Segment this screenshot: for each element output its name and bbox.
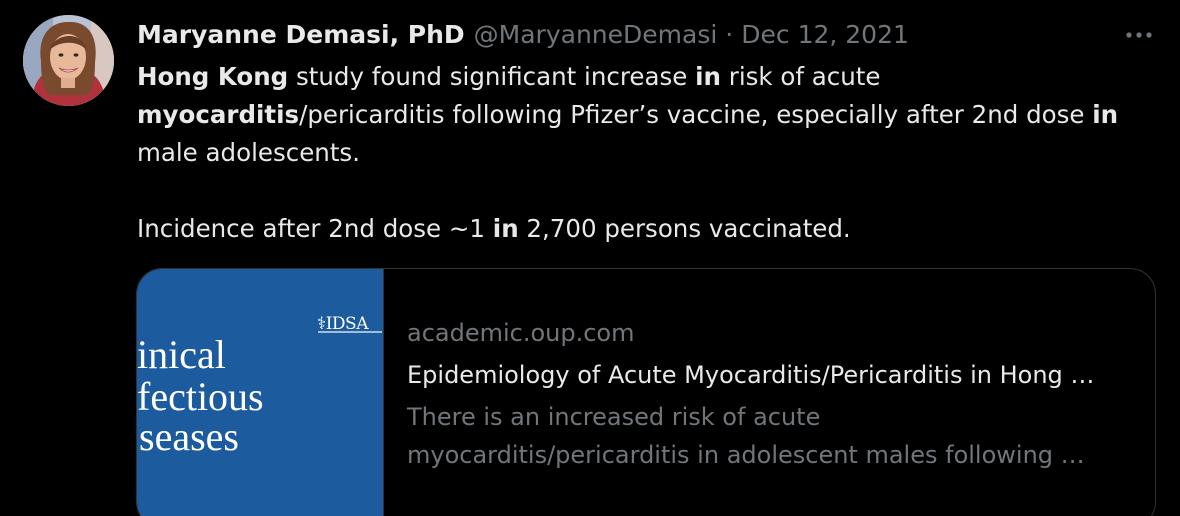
tweet-text-bold: in <box>1092 100 1119 129</box>
tweet-text-line: myocarditis/pericarditis following Pfize… <box>137 96 1147 134</box>
user-handle[interactable]: @MaryanneDemasi <box>474 20 718 49</box>
tweet-text: Hong Kong study found significant increa… <box>137 58 1147 248</box>
header-separator: · <box>725 19 734 49</box>
tweet-text-bold: myocarditis <box>137 100 300 129</box>
more-horizontal-icon[interactable] <box>1123 25 1155 45</box>
tweet-text-bold: Hong Kong <box>137 62 289 91</box>
tweet-text-span: /pericarditis following Pfizer’s vaccine… <box>299 100 1093 129</box>
card-title[interactable]: Epidemiology of Acute Myocarditis/Perica… <box>407 359 1137 391</box>
tweet-text-span: Incidence after 2nd dose ~1 <box>137 214 493 243</box>
card-description: There is an increased risk of acute myoc… <box>407 398 1137 474</box>
tweet-header: Maryanne Demasi, PhD @MaryanneDemasi · D… <box>137 18 909 50</box>
tweet-text-span: 2,700 persons vaccinated. <box>518 214 851 243</box>
card-domain: academic.oup.com <box>407 319 635 347</box>
tweet-date[interactable]: Dec 12, 2021 <box>741 20 909 49</box>
card-thumbnail: ⚕IDSA inical fectious seases <box>137 269 384 516</box>
idsa-logo-subline <box>318 331 382 333</box>
tweet-text-span: risk of acute <box>720 62 881 91</box>
card-info[interactable]: academic.oup.com Epidemiology of Acute M… <box>407 317 1137 474</box>
card-description-line: myocarditis/pericarditis in adolescent m… <box>407 441 1085 469</box>
tweet-text-bold: in <box>492 214 519 243</box>
journal-cover-word: inical <box>137 332 226 377</box>
tweet-text-line: Incidence after 2nd dose ~1 in 2,700 per… <box>137 210 1147 248</box>
tweet-text-line: Hong Kong study found significant increa… <box>137 58 1147 96</box>
tweet-text-bold: in <box>695 62 721 91</box>
tweet-text-line: male adolescents. <box>137 134 1147 172</box>
tweet[interactable]: Maryanne Demasi, PhD @MaryanneDemasi · D… <box>0 0 1180 516</box>
journal-cover-word: fectious <box>137 374 264 419</box>
avatar[interactable] <box>23 15 114 106</box>
tweet-text-span: male adolescents. <box>137 138 360 167</box>
journal-cover-word: seases <box>139 414 239 459</box>
card-description-line: There is an increased risk of acute <box>407 403 821 431</box>
avatar-photo <box>23 15 114 106</box>
link-preview-card[interactable]: ⚕IDSA inical fectious seases academic.ou… <box>136 268 1156 516</box>
tweet-text-span: study found significant increase <box>288 62 696 91</box>
display-name[interactable]: Maryanne Demasi, PhD <box>137 20 465 49</box>
